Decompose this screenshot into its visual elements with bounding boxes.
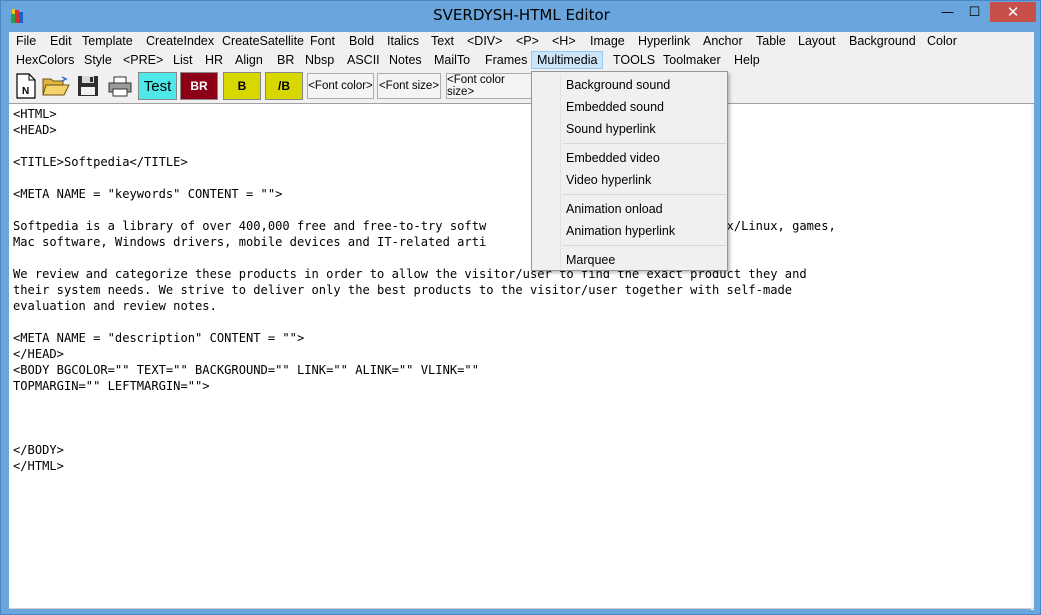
menu-help[interactable]: Help [734,53,760,67]
close-bold-button[interactable]: /B [265,72,303,100]
menu-createindex[interactable]: CreateIndex [146,34,214,48]
save-button[interactable] [75,72,101,100]
html-editor-textarea[interactable]: <HTML> <HEAD> <TITLE>Softpedia</TITLE> <… [9,103,1034,610]
menu-template[interactable]: Template [82,34,133,48]
menu-item-animation-hyperlink[interactable]: Animation hyperlink [566,221,675,241]
new-icon-letter: N [22,86,29,97]
menu-color[interactable]: Color [927,34,957,48]
font-color-button[interactable]: <Font color> [307,73,374,99]
main-window: SVERDYSH-HTML Editor — ☐ ✕ File Edit Tem… [0,0,1041,615]
multimedia-dropdown-menu: Background sound Embedded sound Sound hy… [531,71,728,271]
title-bar[interactable]: SVERDYSH-HTML Editor — ☐ ✕ [1,1,1041,32]
menu-item-background-sound[interactable]: Background sound [566,75,670,95]
print-button[interactable] [107,72,133,100]
vertical-scrollbar[interactable] [1031,104,1034,610]
maximize-button[interactable]: ☐ [961,2,988,22]
toolbar: N Test BR B /B <Font color> <Font size> … [9,70,1034,102]
menu-ascii[interactable]: ASCII [347,53,380,67]
new-document-icon: N [16,73,36,99]
printer-icon [108,76,132,97]
menu-table[interactable]: Table [756,34,786,48]
menu-align[interactable]: Align [235,53,263,67]
menu-style[interactable]: Style [84,53,112,67]
menu-multimedia[interactable]: Multimedia [531,51,604,69]
menu-pre[interactable]: <PRE> [123,53,163,67]
menu-list[interactable]: List [173,53,192,67]
menu-anchor[interactable]: Anchor [703,34,743,48]
menu-item-sound-hyperlink[interactable]: Sound hyperlink [566,119,656,139]
br-button[interactable]: BR [180,72,218,100]
menu-bar-row1: File Edit Template CreateIndex CreateSat… [9,32,1034,51]
test-button[interactable]: Test [138,72,177,100]
menu-separator [563,245,726,246]
menu-hyperlink[interactable]: Hyperlink [638,34,690,48]
menu-frames[interactable]: Frames [485,53,527,67]
menu-font[interactable]: Font [310,34,335,48]
menu-separator [563,143,726,144]
font-size-button[interactable]: <Font size> [377,73,441,99]
menu-br[interactable]: BR [277,53,294,67]
floppy-disk-icon [78,76,98,96]
menu-p[interactable]: <P> [516,34,539,48]
menu-item-embedded-sound[interactable]: Embedded sound [566,97,664,117]
bold-button[interactable]: B [223,72,261,100]
menu-layout[interactable]: Layout [798,34,836,48]
client-area: File Edit Template CreateIndex CreateSat… [9,32,1034,610]
close-button[interactable]: ✕ [990,2,1036,22]
window-title: SVERDYSH-HTML Editor [433,6,610,24]
bottom-border [9,608,1034,609]
menu-notes[interactable]: Notes [389,53,422,67]
minimize-button[interactable]: — [934,2,961,22]
menu-image[interactable]: Image [590,34,625,48]
menu-background[interactable]: Background [849,34,916,48]
menu-item-marquee[interactable]: Marquee [566,250,615,270]
menu-item-video-hyperlink[interactable]: Video hyperlink [566,170,651,190]
menu-italics[interactable]: Italics [387,34,419,48]
menu-h[interactable]: <H> [552,34,576,48]
menu-nbsp[interactable]: Nbsp [305,53,334,67]
font-color-size-button[interactable]: <Font color size> [446,73,534,99]
menu-hr[interactable]: HR [205,53,223,67]
menu-createsatellite[interactable]: CreateSatellite [222,34,304,48]
menu-text[interactable]: Text [431,34,454,48]
menu-item-embedded-video[interactable]: Embedded video [566,148,660,168]
menu-file[interactable]: File [16,34,36,48]
menu-item-animation-onload[interactable]: Animation onload [566,199,663,219]
menu-toolmaker[interactable]: Toolmaker [663,53,721,67]
open-folder-button[interactable] [41,72,71,100]
menu-gutter [560,74,561,268]
menu-hexcolors[interactable]: HexColors [16,53,74,67]
menu-tools[interactable]: TOOLS [613,53,655,67]
menu-bar-row2: HexColors Style <PRE> List HR Align BR N… [9,51,1034,70]
menu-div[interactable]: <DIV> [467,34,502,48]
menu-edit[interactable]: Edit [50,34,72,48]
menu-separator [563,194,726,195]
open-folder-icon [42,76,70,96]
menu-mailto[interactable]: MailTo [434,53,470,67]
new-document-button[interactable]: N [13,72,39,100]
menu-bold[interactable]: Bold [349,34,374,48]
